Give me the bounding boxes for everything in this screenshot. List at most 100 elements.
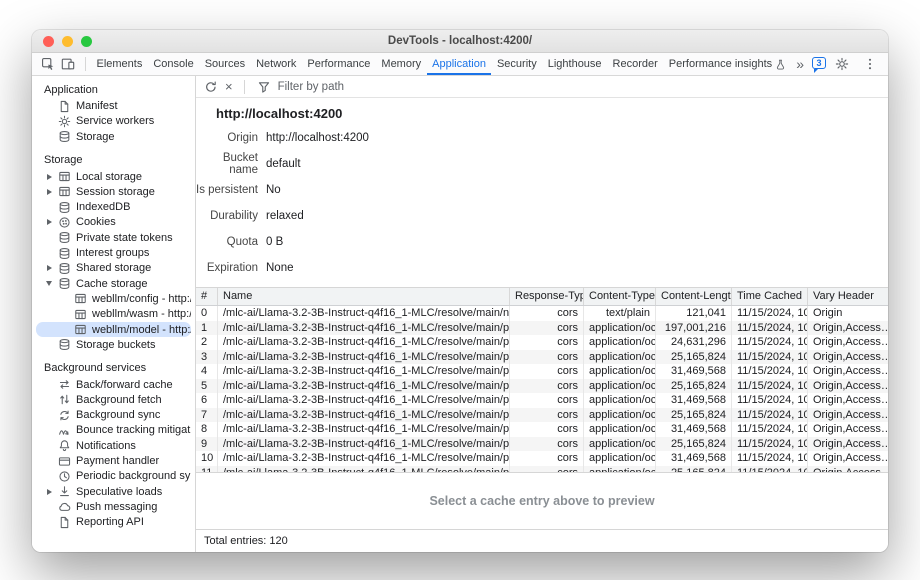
column-header-vary-header[interactable]: Vary Header <box>808 288 888 305</box>
sidebar-item-back-forward-cache[interactable]: Back/forward cache <box>36 377 191 392</box>
console-messages-badge[interactable]: 3 <box>812 57 826 69</box>
cell-index: 6 <box>196 393 218 408</box>
sidebar-item-speculative-loads[interactable]: Speculative loads <box>36 484 191 499</box>
sidebar-item-periodic-background-sync[interactable]: Periodic background sync <box>36 469 191 484</box>
sidebar-item-label: Cache storage <box>76 278 148 290</box>
filter-funnel-icon[interactable] <box>256 79 272 95</box>
tab-application[interactable]: Application <box>427 53 492 75</box>
database-icon <box>58 231 72 245</box>
table-row[interactable]: 8/mlc-ai/Llama-3.2-3B-Instruct-q4f16_1-M… <box>196 422 888 437</box>
table-row[interactable]: 10/mlc-ai/Llama-3.2-3B-Instruct-q4f16_1-… <box>196 451 888 466</box>
sidebar-item-label: webllm/model - http://loc… <box>92 324 191 336</box>
table-row[interactable]: 1/mlc-ai/Llama-3.2-3B-Instruct-q4f16_1-M… <box>196 321 888 336</box>
chevron-right-icon[interactable] <box>44 489 54 495</box>
tab-lighthouse[interactable]: Lighthouse <box>542 53 607 75</box>
table-row[interactable]: 9/mlc-ai/Llama-3.2-3B-Instruct-q4f16_1-M… <box>196 437 888 452</box>
column-header-hash[interactable]: # <box>196 288 218 305</box>
tab-security[interactable]: Security <box>491 53 542 75</box>
column-header-content-type[interactable]: Content-Type <box>584 288 656 305</box>
sidebar-item-background-sync[interactable]: Background sync <box>36 408 191 423</box>
tab-console[interactable]: Console <box>148 53 199 75</box>
sidebar-item-notifications[interactable]: Notifications <box>36 438 191 453</box>
settings-gear-icon[interactable] <box>834 56 850 72</box>
cell-content-length: 197,001,216 <box>656 321 732 336</box>
meta-label: Bucket name <box>196 152 258 176</box>
database-icon <box>58 130 72 144</box>
column-header-time-cached[interactable]: Time Cached <box>732 288 808 305</box>
cell-content-length: 24,631,296 <box>656 335 732 350</box>
tab-sources[interactable]: Sources <box>199 53 250 75</box>
database-icon <box>58 200 72 214</box>
sidebar-item-cache-storage[interactable]: Cache storage <box>36 276 191 291</box>
sidebar-item-bounce-tracking-mitigations[interactable]: Bounce tracking mitigations <box>36 423 191 438</box>
table-row[interactable]: 2/mlc-ai/Llama-3.2-3B-Instruct-q4f16_1-M… <box>196 335 888 350</box>
chevron-right-icon[interactable] <box>44 189 54 195</box>
device-toolbar-icon[interactable] <box>60 56 76 72</box>
chevron-right-icon[interactable] <box>44 265 54 271</box>
more-tabs-button[interactable]: » <box>796 57 804 71</box>
tab-performance-insights[interactable]: Performance insights <box>663 53 791 75</box>
sidebar-item-push-messaging[interactable]: Push messaging <box>36 499 191 514</box>
sidebar-item-session-storage[interactable]: Session storage <box>36 184 191 199</box>
tab-memory[interactable]: Memory <box>376 53 427 75</box>
tab-network[interactable]: Network <box>251 53 302 75</box>
menu-kebab-icon[interactable] <box>862 56 878 72</box>
table-row[interactable]: 6/mlc-ai/Llama-3.2-3B-Instruct-q4f16_1-M… <box>196 393 888 408</box>
refresh-icon[interactable] <box>203 79 219 95</box>
toolbar-right-controls: » 3 <box>792 56 882 72</box>
column-header-name[interactable]: Name <box>218 288 510 305</box>
sidebar-item-payment-handler[interactable]: Payment handler <box>36 453 191 468</box>
sidebar-item-manifest[interactable]: Manifest <box>36 99 191 114</box>
chevron-right-icon[interactable] <box>44 219 54 225</box>
close-window-button[interactable] <box>43 36 54 47</box>
tab-elements[interactable]: Elements <box>91 53 148 75</box>
sidebar-item-shared-storage[interactable]: Shared storage <box>36 261 191 276</box>
table-row[interactable]: 0/mlc-ai/Llama-3.2-3B-Instruct-q4f16_1-M… <box>196 306 888 321</box>
sidebar-item-service-workers[interactable]: Service workers <box>36 114 191 129</box>
sidebar-item-private-state-tokens[interactable]: Private state tokens <box>36 230 191 245</box>
cache-entries-table: #NameResponse-TypeContent-TypeContent-Le… <box>196 287 888 473</box>
filter-input[interactable]: Filter by path <box>278 81 344 93</box>
column-header-response-type[interactable]: Response-Type <box>510 288 584 305</box>
tab-label: Performance insights <box>669 58 772 70</box>
sidebar-item-reporting-api[interactable]: Reporting API <box>36 515 191 530</box>
tab-recorder[interactable]: Recorder <box>607 53 663 75</box>
sidebar-item-webllm-config-http-loc[interactable]: webllm/config - http://loc… <box>36 291 191 306</box>
sidebar-item-local-storage[interactable]: Local storage <box>36 169 191 184</box>
inspect-element-icon[interactable] <box>40 56 56 72</box>
chevron-down-icon[interactable] <box>44 281 54 286</box>
table-row[interactable]: 5/mlc-ai/Llama-3.2-3B-Instruct-q4f16_1-M… <box>196 379 888 394</box>
sidebar-item-webllm-wasm-http-loca[interactable]: webllm/wasm - http://loca… <box>36 307 191 322</box>
sidebar-item-storage[interactable]: Storage <box>36 129 191 144</box>
titlebar[interactable]: DevTools - localhost:4200/ <box>32 30 888 53</box>
minimize-window-button[interactable] <box>62 36 73 47</box>
sidebar-item-webllm-model-http-loc[interactable]: webllm/model - http://loc… <box>36 322 191 337</box>
tab-performance[interactable]: Performance <box>302 53 376 75</box>
cell-name: /mlc-ai/Llama-3.2-3B-Instruct-q4f16_1-ML… <box>218 408 510 423</box>
clear-icon[interactable]: × <box>225 80 233 93</box>
sidebar-item-cookies[interactable]: Cookies <box>36 215 191 230</box>
document-icon <box>58 99 72 113</box>
toolbar-separator <box>244 80 245 94</box>
cell-time-cached: 11/15/2024, 10… <box>732 321 808 336</box>
sidebar-item-interest-groups[interactable]: Interest groups <box>36 245 191 260</box>
table-row[interactable]: 3/mlc-ai/Llama-3.2-3B-Instruct-q4f16_1-M… <box>196 350 888 365</box>
table-row[interactable]: 4/mlc-ai/Llama-3.2-3B-Instruct-q4f16_1-M… <box>196 364 888 379</box>
main-split: ApplicationManifestService workersStorag… <box>32 76 888 552</box>
messages-count: 3 <box>816 58 821 68</box>
cache-origin-title: http://localhost:4200 <box>216 106 888 121</box>
window-title: DevTools - localhost:4200/ <box>388 35 532 47</box>
column-header-content-length[interactable]: Content-Length <box>656 288 732 305</box>
sidebar-item-indexeddb[interactable]: IndexedDB <box>36 199 191 214</box>
table-row[interactable]: 11/mlc-ai/Llama-3.2-3B-Instruct-q4f16_1-… <box>196 466 888 474</box>
zoom-window-button[interactable] <box>81 36 92 47</box>
cell-vary-header: Origin,Access… <box>808 451 888 466</box>
sidebar-item-storage-buckets[interactable]: Storage buckets <box>36 337 191 352</box>
chevron-right-icon[interactable] <box>44 174 54 180</box>
cell-index: 3 <box>196 350 218 365</box>
tab-label: Sources <box>205 58 245 70</box>
sidebar-item-background-fetch[interactable]: Background fetch <box>36 392 191 407</box>
meta-value: default <box>266 158 301 170</box>
bounce-icon <box>58 423 72 437</box>
table-row[interactable]: 7/mlc-ai/Llama-3.2-3B-Instruct-q4f16_1-M… <box>196 408 888 423</box>
